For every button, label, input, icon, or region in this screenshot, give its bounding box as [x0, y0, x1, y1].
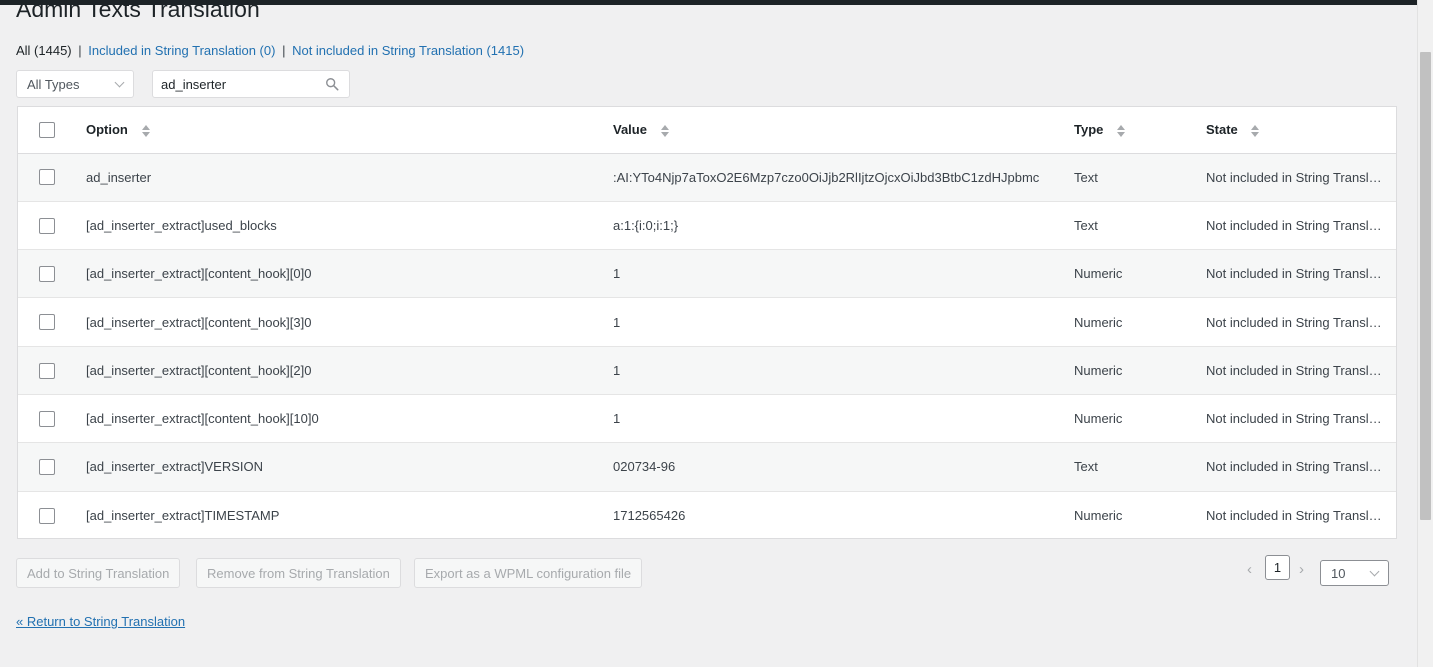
table-row: [ad_inserter_extract][content_hook][3]0 …	[18, 298, 1396, 347]
state-cell: Not included in String Translation	[1206, 459, 1396, 475]
sort-icon[interactable]	[660, 124, 669, 138]
state-cell: Not included in String Translation	[1206, 169, 1396, 185]
per-page-value: 10	[1331, 565, 1346, 581]
value-cell: 020734-96	[613, 459, 676, 475]
add-to-string-translation-button[interactable]: Add to String Translation	[16, 558, 181, 588]
chevron-down-icon	[114, 77, 125, 87]
type-filter-value: All Types	[27, 76, 80, 92]
type-cell: Text	[1074, 217, 1098, 233]
pagination-current-page[interactable]: 1	[1265, 555, 1290, 580]
column-header-option[interactable]: Option	[86, 107, 613, 153]
page-title: Admin Texts Translation	[16, 0, 260, 22]
column-header-state-label: State	[1206, 121, 1238, 137]
row-checkbox[interactable]	[39, 217, 55, 234]
filter-links: All (1445) | Included in String Translat…	[16, 43, 524, 59]
table-row: [ad_inserter_extract][content_hook][2]0 …	[18, 346, 1396, 395]
type-cell: Text	[1074, 169, 1098, 185]
type-cell: Numeric	[1074, 411, 1123, 427]
export-wpml-config-button[interactable]: Export as a WPML configuration file	[414, 558, 643, 588]
column-header-type-label: Type	[1074, 121, 1104, 137]
row-checkbox[interactable]	[39, 410, 55, 427]
column-header-state[interactable]: State	[1206, 107, 1396, 153]
search-box	[152, 70, 350, 98]
filter-not-included[interactable]: Not included in String Translation (1415…	[292, 43, 524, 58]
remove-from-string-translation-button[interactable]: Remove from String Translation	[196, 558, 401, 588]
table-row: [ad_inserter_extract][content_hook][0]0 …	[18, 249, 1396, 298]
value-cell: 1712565426	[613, 507, 686, 523]
table-row: [ad_inserter_extract]VERSION 020734-96 T…	[18, 442, 1396, 492]
value-cell: 1	[613, 266, 621, 282]
column-header-type[interactable]: Type	[1074, 107, 1206, 153]
pagination-prev-button[interactable]: ‹	[1247, 561, 1252, 578]
option-cell: [ad_inserter_extract][content_hook][3]0	[86, 314, 312, 330]
row-checkbox[interactable]	[39, 362, 55, 379]
column-header-value[interactable]: Value	[613, 107, 1074, 153]
sort-icon[interactable]	[141, 124, 150, 138]
type-cell: Numeric	[1074, 362, 1123, 378]
table-row: [ad_inserter_extract][content_hook][10]0…	[18, 394, 1396, 443]
search-icon[interactable]	[325, 77, 339, 91]
option-cell: ad_inserter	[86, 169, 152, 185]
option-cell: [ad_inserter_extract][content_hook][10]0	[86, 411, 319, 427]
type-cell: Numeric	[1074, 507, 1123, 523]
filter-separator: |	[282, 43, 286, 58]
value-cell: 1	[613, 411, 621, 427]
row-checkbox[interactable]	[39, 459, 55, 476]
per-page-select[interactable]: 10	[1320, 560, 1389, 586]
table-row: [ad_inserter_extract]TIMESTAMP 171256542…	[18, 491, 1396, 538]
state-cell: Not included in String Translation	[1206, 266, 1396, 282]
filter-separator: |	[78, 43, 82, 58]
sort-icon[interactable]	[1251, 124, 1260, 138]
state-cell: Not included in String Translation	[1206, 314, 1396, 330]
state-cell: Not included in String Translation	[1206, 362, 1396, 378]
value-cell: a:1:{i:0;i:1;}	[613, 217, 679, 233]
type-cell: Numeric	[1074, 314, 1123, 330]
return-to-string-translation-link[interactable]: « Return to String Translation	[16, 614, 185, 629]
type-cell: Text	[1074, 459, 1098, 475]
value-cell: 1	[613, 314, 621, 330]
filter-all[interactable]: All (1445)	[16, 43, 72, 58]
search-input[interactable]	[153, 76, 321, 92]
option-cell: [ad_inserter_extract]TIMESTAMP	[86, 507, 280, 523]
page-scrollbar-thumb[interactable]	[1420, 52, 1431, 520]
value-cell: 1	[613, 362, 621, 378]
table-row: ad_inserter :AI:YTo4Njp7aToxO2E6Mzp7czo0…	[18, 153, 1396, 202]
select-all-checkbox[interactable]	[39, 122, 55, 139]
row-checkbox[interactable]	[39, 314, 55, 331]
type-filter-select[interactable]: All Types	[16, 70, 134, 98]
state-cell: Not included in String Translation	[1206, 217, 1396, 233]
option-cell: [ad_inserter_extract][content_hook][2]0	[86, 362, 312, 378]
admin-texts-table: Option Value Type State ad_inserter:AI:…	[17, 106, 1397, 539]
value-cell: :AI:YTo4Njp7aToxO2E6Mzp7czo0OiJjb2RlIjtz…	[613, 169, 1040, 185]
state-cell: Not included in String Translation	[1206, 411, 1396, 427]
option-cell: [ad_inserter_extract][content_hook][0]0	[86, 266, 312, 282]
row-checkbox[interactable]	[39, 507, 55, 524]
column-header-option-label: Option	[86, 121, 128, 137]
option-cell: [ad_inserter_extract]VERSION	[86, 459, 264, 475]
table-row: [ad_inserter_extract]used_blocks a:1:{i:…	[18, 201, 1396, 250]
pagination-next-button[interactable]: ›	[1299, 561, 1304, 578]
row-checkbox[interactable]	[39, 169, 55, 186]
state-cell: Not included in String Translation	[1206, 507, 1396, 523]
option-cell: [ad_inserter_extract]used_blocks	[86, 217, 277, 233]
row-checkbox[interactable]	[39, 266, 55, 283]
filter-included[interactable]: Included in String Translation (0)	[88, 43, 275, 58]
page-scrollbar[interactable]	[1417, 0, 1433, 667]
table-header-row: Option Value Type State	[18, 107, 1396, 153]
sort-icon[interactable]	[1117, 124, 1126, 138]
chevron-down-icon	[1369, 566, 1380, 576]
column-header-value-label: Value	[613, 121, 647, 137]
type-cell: Numeric	[1074, 266, 1123, 282]
